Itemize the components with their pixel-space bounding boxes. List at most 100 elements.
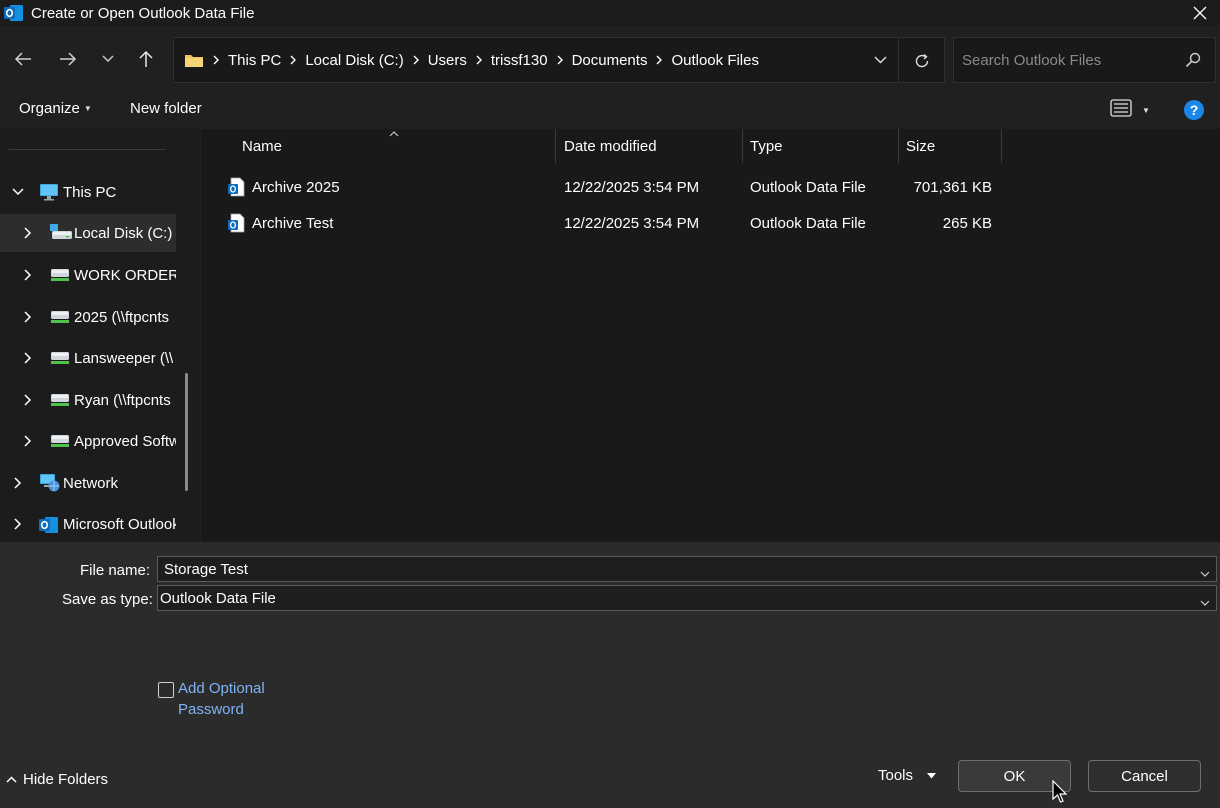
- breadcrumb: This PC Local Disk (C:) Users trissf130 …: [184, 52, 763, 69]
- file-type: Outlook Data File: [750, 215, 866, 232]
- refresh-icon[interactable]: [910, 49, 934, 73]
- svg-text:?: ?: [1190, 102, 1199, 118]
- chevron-down-icon[interactable]: [1200, 564, 1210, 581]
- optional-password-checkbox[interactable]: [158, 682, 174, 698]
- chevron-right-icon[interactable]: [12, 477, 24, 489]
- sidebar-item-2025-share[interactable]: 2025 (\\ftpcnts: [0, 298, 176, 336]
- sidebar-item-lansweeper[interactable]: Lansweeper (\\: [0, 339, 176, 377]
- breadcrumb-user[interactable]: trissf130: [487, 52, 552, 69]
- sidebar-item-microsoft-outlook[interactable]: Microsoft Outlook: [0, 505, 176, 542]
- hide-folders-button[interactable]: Hide Folders: [6, 771, 108, 788]
- optional-password-label[interactable]: Add Optional Password: [178, 678, 265, 720]
- save-type-select[interactable]: Outlook Data File: [157, 585, 1217, 611]
- chevron-down-icon[interactable]: [12, 186, 24, 198]
- organize-menu-button[interactable]: Organize ▼: [19, 100, 92, 117]
- file-name-input[interactable]: Storage Test: [157, 556, 1217, 582]
- mouse-cursor-icon: [1052, 779, 1068, 808]
- close-icon[interactable]: [1188, 1, 1212, 25]
- sidebar-item-label: Microsoft Outlook: [63, 516, 176, 533]
- column-header-date-modified[interactable]: Date modified: [564, 129, 657, 163]
- sidebar-item-ryan[interactable]: Ryan (\\ftpcnts: [0, 381, 176, 419]
- address-history-chevron-icon[interactable]: [870, 50, 890, 70]
- breadcrumb-chevron-icon[interactable]: [474, 55, 484, 65]
- sidebar-item-label: Approved Softw: [74, 433, 176, 450]
- breadcrumb-documents[interactable]: Documents: [568, 52, 652, 69]
- breadcrumb-outlook-files[interactable]: Outlook Files: [667, 52, 763, 69]
- breadcrumb-local-disk[interactable]: Local Disk (C:): [301, 52, 407, 69]
- back-arrow-icon[interactable]: [8, 44, 38, 74]
- optional-password-label-line2: Password: [178, 701, 244, 718]
- chevron-right-icon[interactable]: [22, 394, 34, 406]
- folder-icon: [184, 52, 204, 68]
- tools-menu-button[interactable]: Tools: [878, 767, 937, 784]
- caret-down-icon: ▼: [83, 104, 92, 113]
- chevron-right-icon[interactable]: [22, 435, 34, 447]
- sidebar-item-network[interactable]: Network: [0, 464, 176, 502]
- local-disk-icon: [50, 224, 72, 242]
- column-header-name[interactable]: Name: [242, 129, 282, 163]
- breadcrumb-chevron-icon[interactable]: [654, 55, 664, 65]
- network-drive-icon: [50, 310, 70, 328]
- ok-label: OK: [1003, 767, 1026, 785]
- breadcrumb-this-pc[interactable]: This PC: [224, 52, 285, 69]
- sort-ascending-icon: [389, 129, 399, 139]
- sidebar-item-local-disk[interactable]: Local Disk (C:): [0, 214, 176, 252]
- file-name-value: Storage Test: [164, 561, 248, 578]
- column-header-type[interactable]: Type: [750, 129, 783, 163]
- forward-arrow-icon[interactable]: [53, 44, 83, 74]
- cancel-button[interactable]: Cancel: [1088, 760, 1201, 792]
- column-divider[interactable]: [742, 129, 743, 163]
- recent-locations-chevron-icon[interactable]: [93, 44, 123, 74]
- up-arrow-icon[interactable]: [131, 44, 161, 74]
- chevron-right-icon[interactable]: [22, 269, 34, 281]
- file-date: 12/22/2025 3:54 PM: [564, 215, 700, 232]
- chevron-right-icon[interactable]: [22, 352, 34, 364]
- file-list: Name Date modified Type Size Archive 202…: [201, 129, 1220, 542]
- column-divider[interactable]: [1001, 129, 1002, 163]
- column-header-size[interactable]: Size: [906, 129, 935, 163]
- command-bar: Organize ▼ New folder ▼: [0, 89, 1220, 129]
- tools-label: Tools: [878, 767, 914, 784]
- save-type-value: Outlook Data File: [160, 590, 276, 607]
- sidebar-item-label: This PC: [63, 184, 117, 201]
- sidebar-item-label: Network: [63, 475, 119, 492]
- address-bar[interactable]: This PC Local Disk (C:) Users trissf130 …: [173, 37, 945, 83]
- breadcrumb-users[interactable]: Users: [424, 52, 471, 69]
- sidebar-item-label: 2025 (\\ftpcnts: [74, 309, 170, 326]
- new-folder-button[interactable]: New folder: [130, 100, 202, 117]
- breadcrumb-chevron-icon[interactable]: [411, 55, 421, 65]
- chevron-right-icon[interactable]: [22, 311, 34, 323]
- file-name: Archive 2025: [252, 179, 340, 196]
- table-row[interactable]: Archive 2025 12/22/2025 3:54 PM Outlook …: [221, 171, 1001, 205]
- file-size: 265 KB: [942, 215, 992, 232]
- column-divider[interactable]: [555, 129, 556, 163]
- table-row[interactable]: Archive Test 12/22/2025 3:54 PM Outlook …: [221, 207, 1001, 241]
- sidebar-item-this-pc[interactable]: This PC: [0, 173, 176, 211]
- save-options-panel: File name: Storage Test Save as type: Ou…: [0, 542, 1220, 808]
- help-icon[interactable]: ?: [1183, 99, 1205, 125]
- breadcrumb-chevron-icon[interactable]: [555, 55, 565, 65]
- search-input[interactable]: Search Outlook Files: [953, 37, 1216, 83]
- chevron-right-icon[interactable]: [12, 518, 24, 530]
- navigation-scrollbar[interactable]: [185, 373, 188, 491]
- sidebar-item-label: WORK ORDERS: [74, 267, 176, 284]
- column-divider[interactable]: [898, 129, 899, 163]
- caret-down-icon: ▼: [1142, 105, 1150, 115]
- outlook-icon: [39, 515, 59, 533]
- file-name-label: File name:: [80, 562, 151, 579]
- breadcrumb-chevron-icon[interactable]: [288, 55, 298, 65]
- outlook-data-file-icon: [227, 213, 245, 233]
- hide-folders-label: Hide Folders: [23, 771, 109, 788]
- sidebar-item-work-orders[interactable]: WORK ORDERS: [0, 256, 176, 294]
- sidebar-item-approved-software[interactable]: Approved Softw: [0, 422, 176, 460]
- change-view-button[interactable]: ▼: [1110, 99, 1150, 121]
- chevron-right-icon[interactable]: [22, 227, 34, 239]
- file-date: 12/22/2025 3:54 PM: [564, 179, 700, 196]
- network-drive-icon: [50, 351, 70, 369]
- sidebar-item-label: Local Disk (C:): [74, 225, 173, 242]
- details-view-icon: [1110, 99, 1132, 121]
- chevron-down-icon[interactable]: [1200, 593, 1210, 610]
- new-folder-label: New folder: [130, 100, 202, 117]
- chevron-up-icon: [6, 776, 17, 783]
- sidebar-item-label: Lansweeper (\\: [74, 350, 174, 367]
